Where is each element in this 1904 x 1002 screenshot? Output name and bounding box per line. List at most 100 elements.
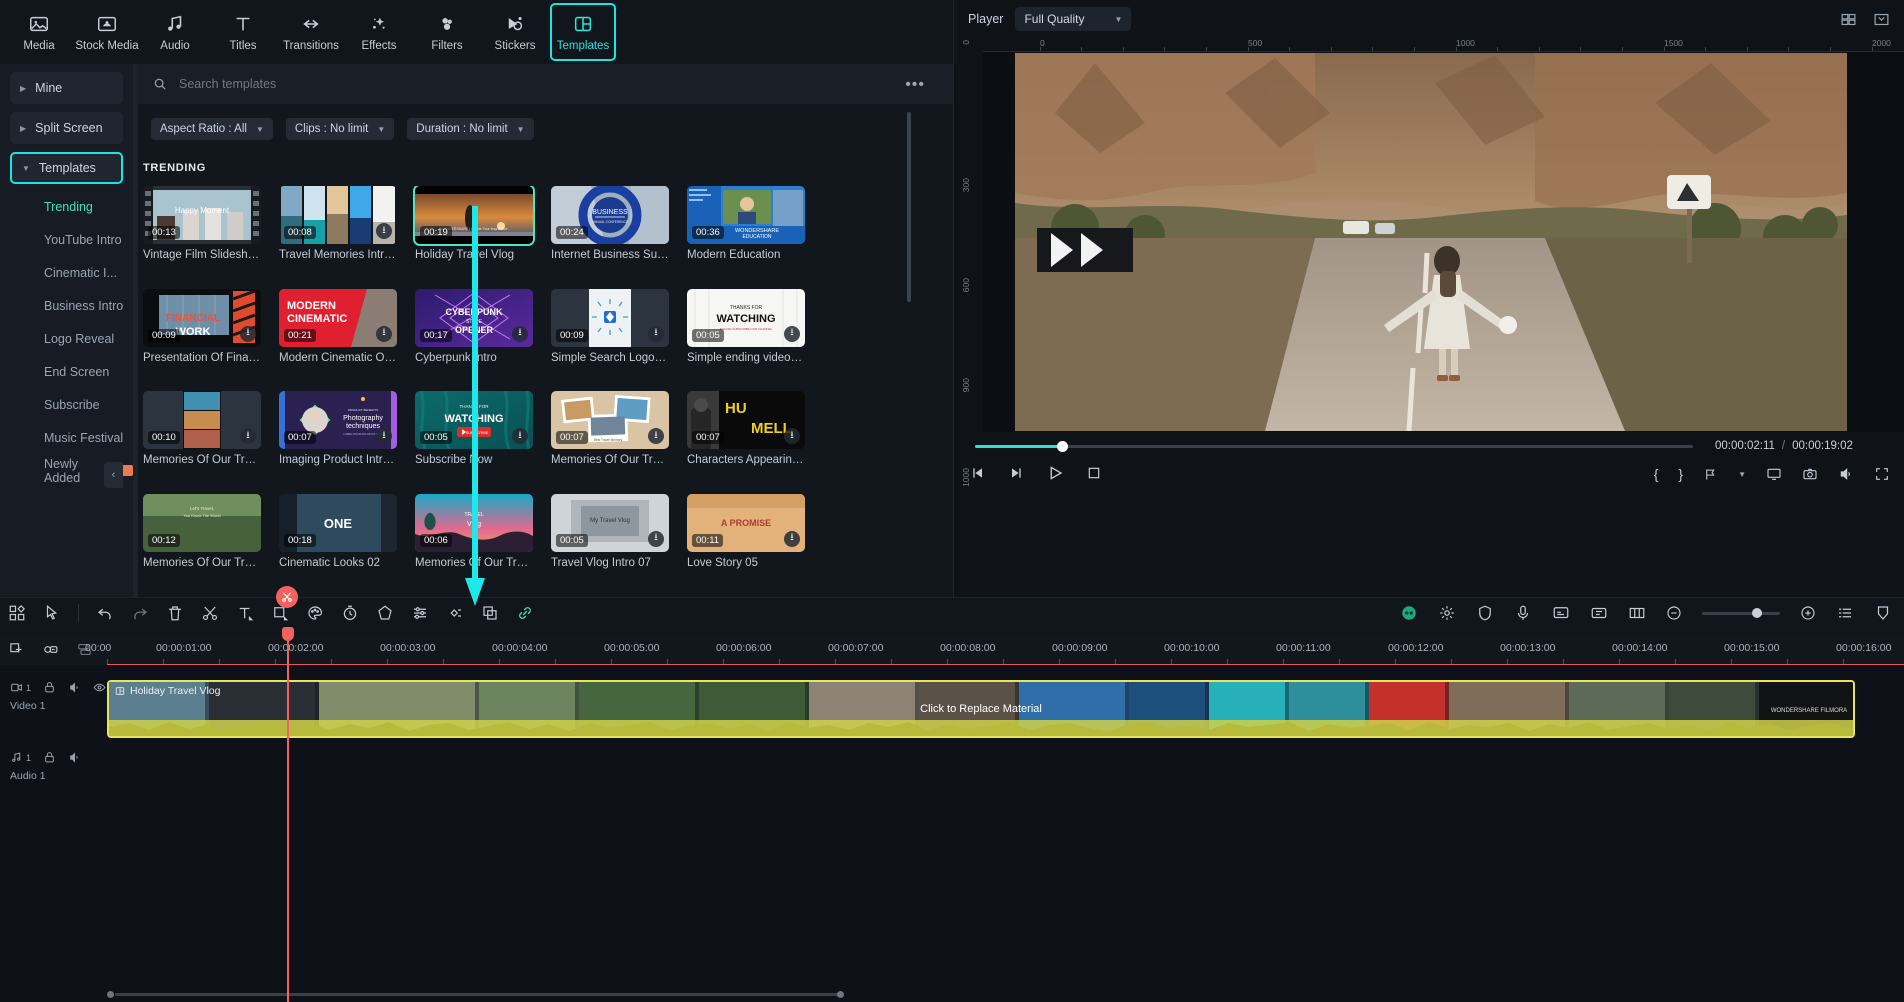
template-card[interactable]: 00:08 ⭳ Travel Memories Intro ... <box>279 186 397 279</box>
filter-aspect-ratio[interactable]: Aspect Ratio : All ▼ <box>151 118 273 140</box>
play-icon[interactable] <box>1046 464 1064 482</box>
download-icon[interactable]: ⭳ <box>376 223 392 239</box>
sidebar-item-end-screen[interactable]: End Screen <box>0 355 133 388</box>
mark-in-icon[interactable]: { <box>1654 466 1659 482</box>
download-icon[interactable]: ⭳ <box>648 325 664 342</box>
template-card[interactable]: A PROMISE 00:11 ⭳ Love Story 05 <box>687 493 805 587</box>
filter-duration[interactable]: Duration : No limit ▼ <box>407 118 534 140</box>
seek-handle[interactable] <box>1057 440 1068 452</box>
template-card[interactable]: Let's Travel, You Know The World 00:12 M… <box>143 493 261 587</box>
toolbar-item-titles[interactable]: Titles <box>210 3 276 61</box>
chevron-down-icon[interactable]: ▼ <box>1738 470 1746 479</box>
list-icon[interactable] <box>1836 604 1854 622</box>
template-card[interactable]: BUSINESS ANNUAL CONFERENCE 00:24 Interne… <box>551 186 669 279</box>
mask-icon[interactable] <box>376 604 394 622</box>
fit-icon[interactable] <box>1628 604 1646 622</box>
template-card[interactable]: WONDERSHARE EDUCATION 00:36 Modern Educa… <box>687 186 805 279</box>
download-icon[interactable]: ⭳ <box>376 428 392 444</box>
search-input[interactable] <box>179 77 739 91</box>
toolbar-item-transitions[interactable]: Transitions <box>278 3 344 61</box>
monitor-icon[interactable] <box>1766 466 1782 482</box>
mic-icon[interactable] <box>1514 604 1532 622</box>
mute-icon[interactable] <box>68 681 81 694</box>
toolbar-item-stickers[interactable]: Stickers <box>482 3 548 61</box>
mark-out-icon[interactable]: } <box>1678 466 1683 482</box>
download-icon[interactable]: ⭳ <box>648 428 664 444</box>
split-icon[interactable] <box>201 604 219 622</box>
stop-icon[interactable] <box>1086 465 1102 481</box>
timeline-playhead[interactable] <box>282 627 294 1002</box>
marker-icon[interactable] <box>1874 604 1892 622</box>
sidebar-item-subscribe[interactable]: Subscribe <box>0 388 133 421</box>
prev-frame-icon[interactable] <box>970 465 986 481</box>
keyframe-icon[interactable] <box>446 604 464 622</box>
timeline-horizontal-scrollbar[interactable] <box>107 991 1852 998</box>
ai-circle-icon[interactable] <box>1400 604 1418 622</box>
zoom-slider[interactable] <box>1702 607 1780 618</box>
download-icon[interactable]: ⭳ <box>648 530 664 547</box>
link-group-icon[interactable] <box>42 641 59 658</box>
template-card[interactable]: CYBERPUNK STYLE OPENER 00:17 ⭳ Cyberpunk… <box>415 288 533 382</box>
sidebar-item-cinematic-intro[interactable]: Cinematic I... <box>0 256 133 289</box>
template-card[interactable]: 00:10 ⭳ Memories Of Our Trav... <box>143 391 261 484</box>
toolbar-item-media[interactable]: Media <box>6 3 72 61</box>
template-card[interactable]: Best Travel Memory 00:07 ⭳ Memories Of O… <box>551 391 669 484</box>
timeline-ruler[interactable]: 00:00 00:00:01:00 00:00:02:00 00:00:03:0… <box>85 637 1904 665</box>
sidebar-group-mine[interactable]: ▶ Mine <box>10 72 123 104</box>
redo-icon[interactable] <box>131 604 149 622</box>
color-icon[interactable] <box>306 604 324 622</box>
templates-scrollbar[interactable] <box>907 112 911 302</box>
template-card[interactable]: ONE 00:18 Cinematic Looks 02 <box>279 493 397 587</box>
next-frame-icon[interactable] <box>1008 465 1024 481</box>
timeline-clip-holiday-travel-vlog[interactable]: WONDERSHARE FILMORA Holiday Travel Vlog … <box>107 680 1855 738</box>
volume-icon[interactable] <box>1838 466 1854 482</box>
download-icon[interactable]: ⭳ <box>240 325 256 342</box>
filter-clips[interactable]: Clips : No limit ▼ <box>285 118 395 140</box>
shield-icon[interactable] <box>1476 604 1494 622</box>
delete-icon[interactable] <box>166 604 184 622</box>
scroll-left-handle[interactable] <box>107 991 114 998</box>
download-icon[interactable]: ⭳ <box>784 428 800 444</box>
add-track-icon[interactable] <box>8 641 25 658</box>
lock-icon[interactable] <box>43 751 56 764</box>
template-card[interactable]: THANKS FOR WATCHING PLEASE SUBSCRIBE OUR… <box>687 288 805 382</box>
flag-icon[interactable] <box>1703 467 1718 482</box>
template-card[interactable]: MODERN CINEMATIC 00:21 ⭳ Modern Cinemati… <box>279 288 397 382</box>
render-icon[interactable] <box>1590 604 1608 622</box>
download-icon[interactable]: ⭳ <box>784 530 800 547</box>
toolbar-item-effects[interactable]: Effects <box>346 3 412 61</box>
quality-selector[interactable]: Full Quality ▼ <box>1015 7 1132 31</box>
adjust-icon[interactable] <box>411 604 429 622</box>
expand-view-icon[interactable] <box>1873 11 1890 28</box>
settings-icon[interactable] <box>1438 604 1456 622</box>
layout-icon[interactable] <box>8 604 26 622</box>
split-marker-button[interactable] <box>276 586 298 608</box>
template-card[interactable]: TRAVEL Vlog 00:06 Memories Of Our Trav..… <box>415 493 533 587</box>
zoom-handle[interactable] <box>1752 607 1762 618</box>
caption-icon[interactable] <box>1552 604 1570 622</box>
template-card[interactable]: 00:09 ⭳ Simple Search Logo 03 <box>551 288 669 382</box>
template-card[interactable]: HU MELL 00:07 ⭳ Characters Appearing ... <box>687 391 805 484</box>
toolbar-item-filters[interactable]: Filters <box>414 3 480 61</box>
scroll-right-handle[interactable] <box>837 991 844 998</box>
sidebar-group-split-screen[interactable]: ▶ Split Screen <box>10 112 123 144</box>
download-icon[interactable]: ⭳ <box>376 325 392 342</box>
lock-icon[interactable] <box>43 681 56 694</box>
toolbar-item-stock-media[interactable]: Stock Media <box>74 3 140 61</box>
speed-icon[interactable] <box>341 604 359 622</box>
link-icon[interactable] <box>516 604 534 622</box>
template-card[interactable]: My Travel Vlog 00:05 ⭳ Travel Vlog Intro… <box>551 493 669 587</box>
zoom-out-icon[interactable] <box>1666 605 1682 621</box>
toolbar-item-audio[interactable]: Audio <box>142 3 208 61</box>
audio-track-icon[interactable] <box>10 751 23 764</box>
sidebar-item-trending[interactable]: Trending <box>0 190 133 223</box>
replace-material-hint[interactable]: Click to Replace Material <box>920 703 1042 715</box>
text-icon[interactable] <box>236 604 254 622</box>
sidebar-group-templates[interactable]: ▼ Templates <box>10 152 123 184</box>
sidebar-item-music-festival[interactable]: Music Festival <box>0 421 133 454</box>
seek-slider[interactable] <box>975 440 1693 452</box>
sidebar-item-logo-reveal[interactable]: Logo Reveal <box>0 322 133 355</box>
video-preview-canvas[interactable] <box>1015 53 1847 431</box>
sidebar-collapse-button[interactable]: ‹ <box>104 462 123 488</box>
mute-icon[interactable] <box>68 751 81 764</box>
